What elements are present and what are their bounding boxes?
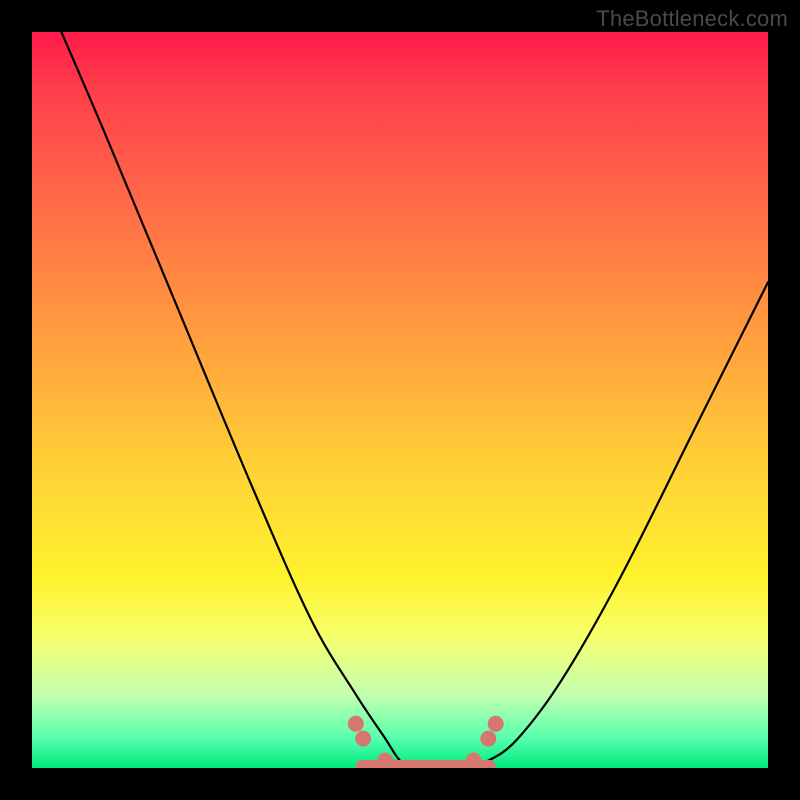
- watermark-text: TheBottleneck.com: [596, 6, 788, 32]
- highlight-node: [377, 753, 393, 768]
- plot-area: [32, 32, 768, 768]
- highlight-node: [480, 731, 496, 747]
- bottleneck-curve: [32, 32, 768, 768]
- curve-path: [61, 32, 768, 768]
- highlighted-nodes: [348, 716, 504, 768]
- chart-frame: TheBottleneck.com: [0, 0, 800, 800]
- highlight-node: [488, 716, 504, 732]
- highlight-node: [355, 731, 371, 747]
- highlight-node: [466, 753, 482, 768]
- highlight-node: [348, 716, 364, 732]
